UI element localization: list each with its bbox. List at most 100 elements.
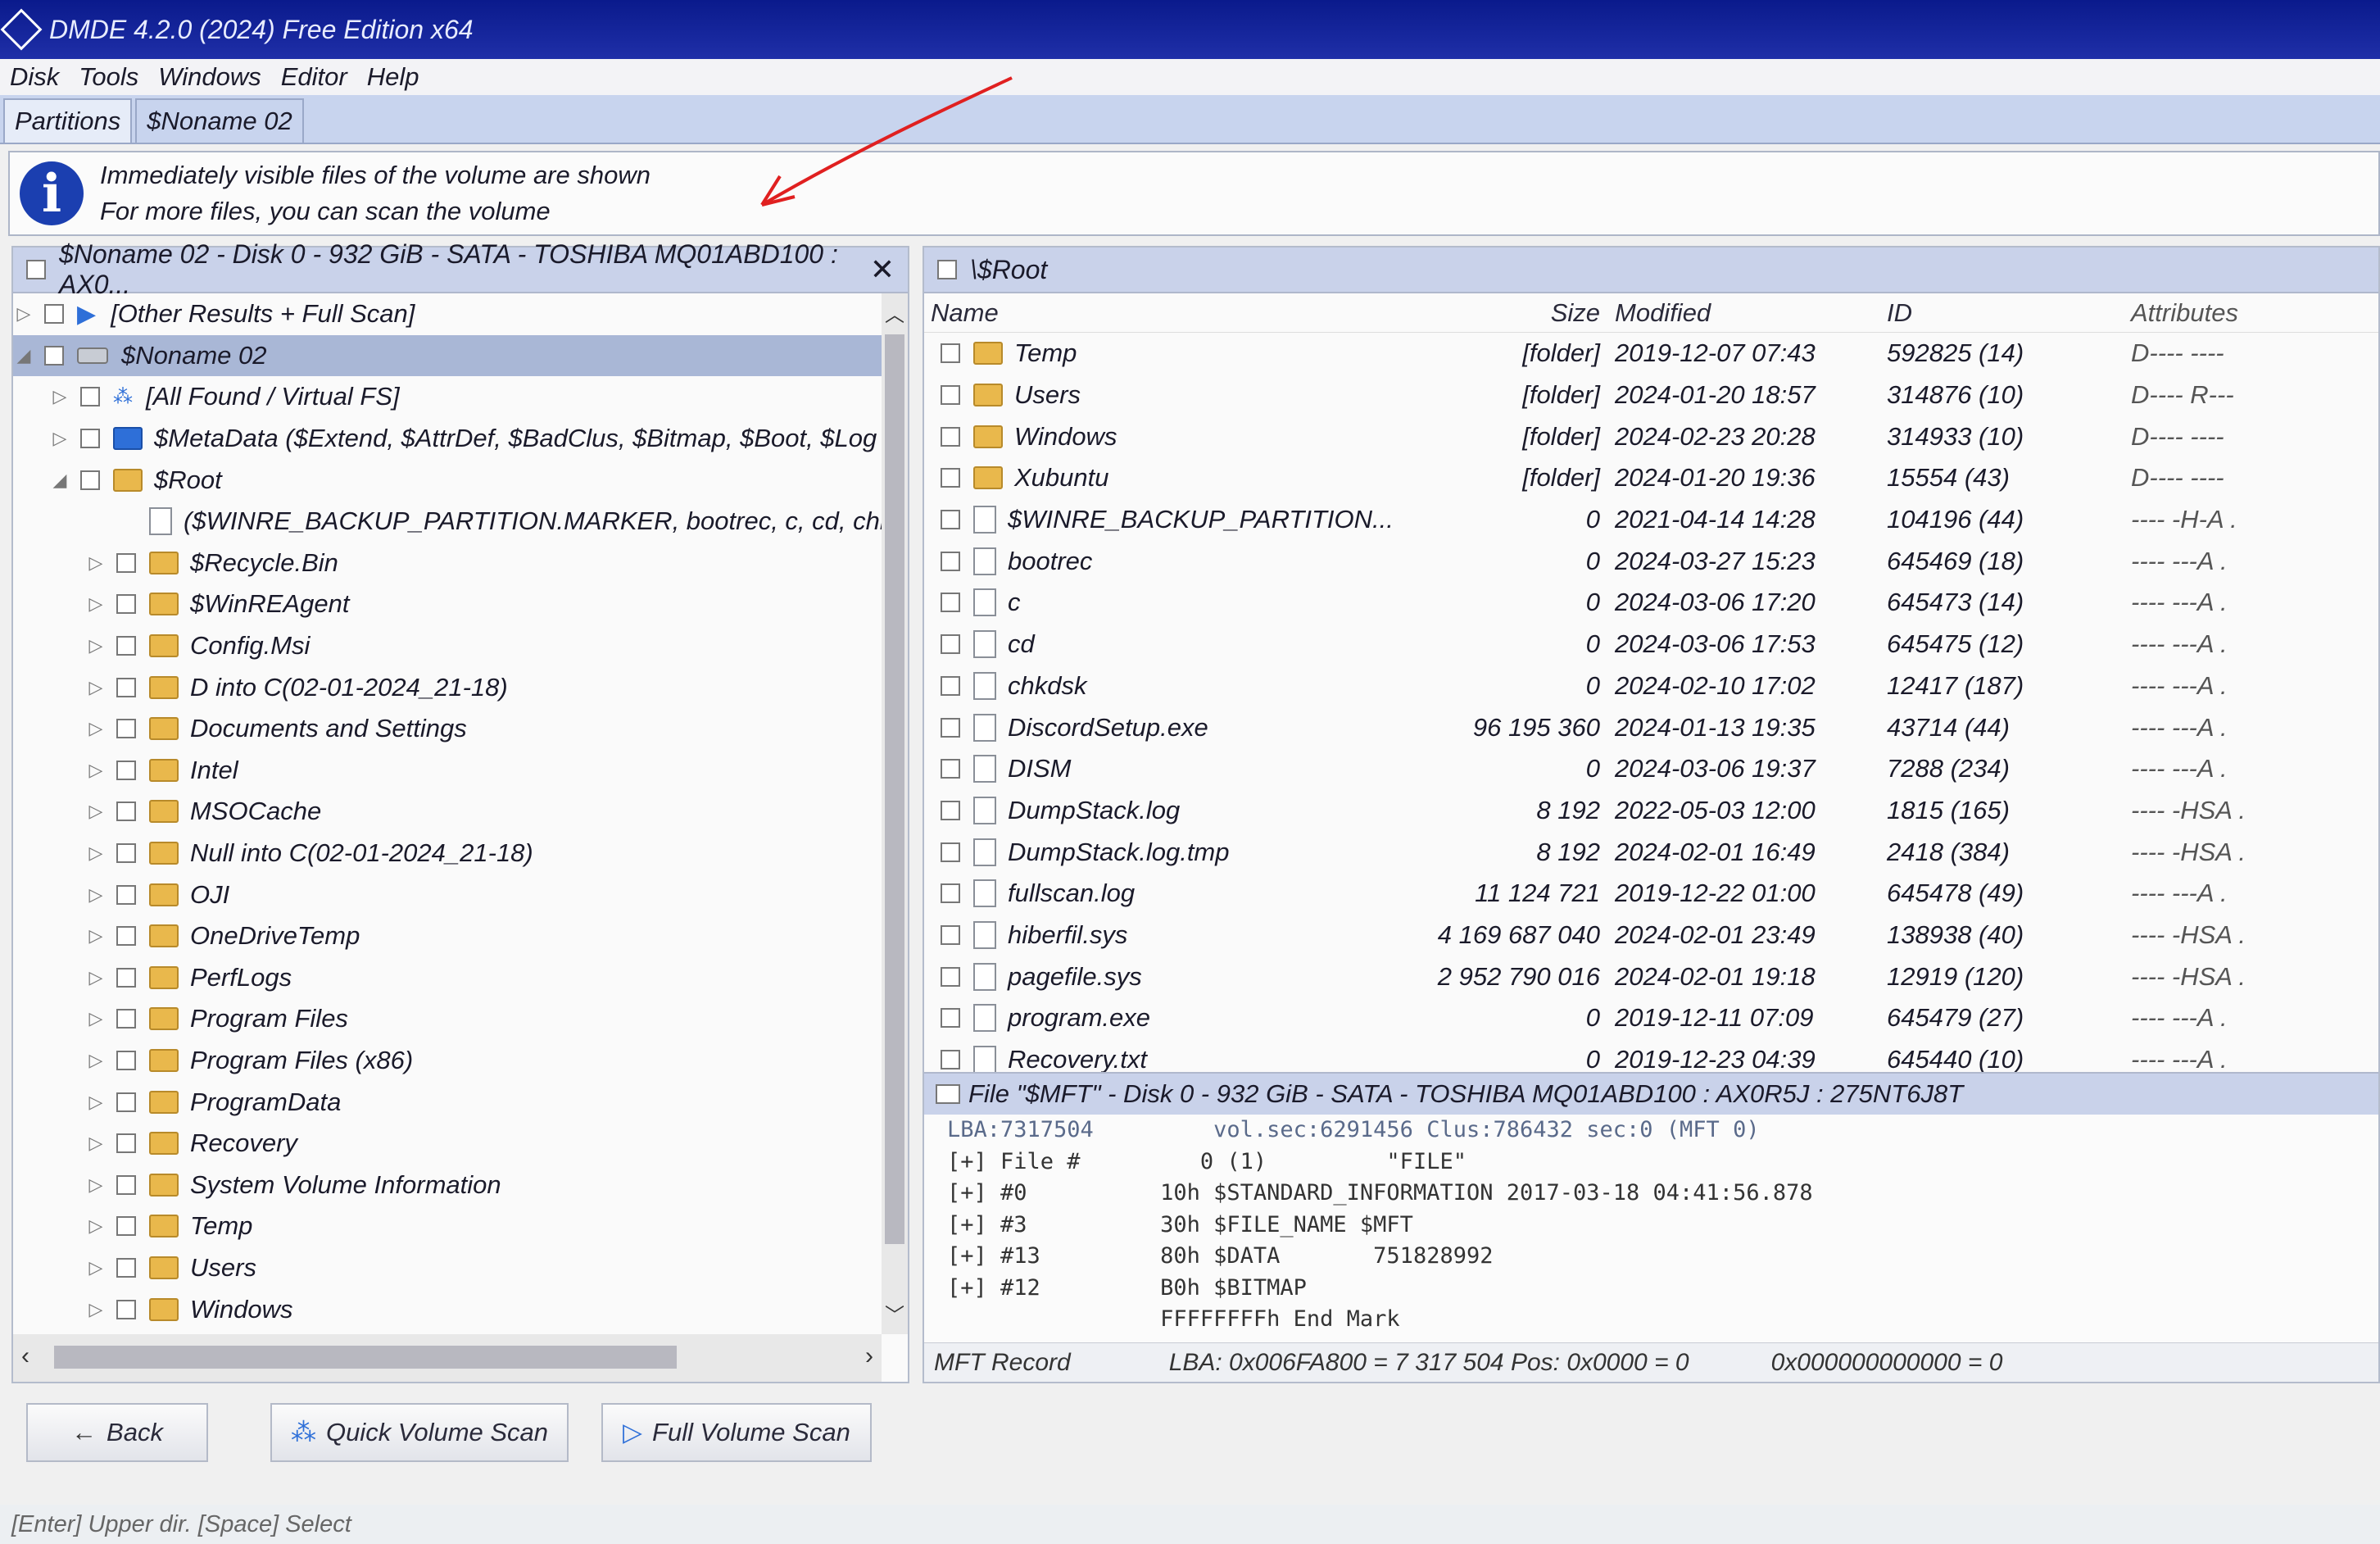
file-row[interactable]: Recovery.txt 0 2019-12-23 04:39 645440 (10)… — [924, 1039, 2378, 1072]
tree-item-checkbox[interactable] — [116, 1257, 136, 1278]
expand-icon[interactable]: ▷ — [87, 760, 105, 781]
file-row[interactable]: hiberfil.sys 4 169 687 040 2024-02-01 23:4… — [924, 915, 2378, 956]
tab-partitions[interactable]: Partitions — [3, 98, 133, 143]
tree-item-checkbox[interactable] — [116, 884, 136, 905]
file-checkbox[interactable] — [941, 593, 960, 613]
tree-item[interactable]: ▷ Recovery — [13, 1123, 882, 1165]
expand-icon[interactable]: ▷ — [87, 884, 105, 906]
file-row[interactable]: pagefile.sys 2 952 790 016 2024-02-01 19:1… — [924, 956, 2378, 997]
file-row[interactable]: DiscordSetup.exe 96 195 360 2024-01-13 19:… — [924, 706, 2378, 748]
expand-icon[interactable]: ▷ — [87, 552, 105, 574]
tree-item-checkbox[interactable] — [44, 345, 64, 366]
tree-item[interactable]: ▷ $WinREAgent — [13, 584, 882, 625]
scroll-down-icon[interactable]: ﹀ — [882, 1299, 908, 1328]
file-checkbox[interactable] — [941, 468, 960, 488]
tree-item[interactable]: ▷ Temp — [13, 1206, 882, 1247]
expand-icon[interactable]: ▷ — [15, 303, 33, 325]
file-checkbox[interactable] — [941, 717, 960, 738]
mft-line[interactable]: [+] #12 B0h $BITMAP — [947, 1273, 2378, 1305]
file-row[interactable]: c 0 2024-03-06 17:20 645473 (14) ---- ---A . — [924, 582, 2378, 624]
tree-item[interactable]: ▷ MSOCache — [13, 791, 882, 833]
full-volume-scan-button[interactable]: ▷ Full Volume Scan — [601, 1403, 872, 1462]
expand-icon[interactable]: ▷ — [87, 593, 105, 615]
back-button[interactable]: ← Back — [26, 1403, 208, 1462]
expand-icon[interactable]: ▷ — [87, 1215, 105, 1237]
expand-icon[interactable]: ▷ — [51, 428, 69, 449]
file-row[interactable]: chkdsk 0 2024-02-10 17:02 12417 (187) ---- -… — [924, 665, 2378, 707]
tree-item[interactable]: ▷ $MetaData ($Extend, $AttrDef, $BadClus,… — [13, 418, 882, 460]
tree-item[interactable]: ▷ Users — [13, 1247, 882, 1289]
tree-item-checkbox[interactable] — [116, 760, 136, 780]
tree-item[interactable]: ▷ Windows — [13, 1288, 882, 1330]
tree-item[interactable]: ▷ Config.Msi — [13, 625, 882, 667]
tree-item[interactable]: ◢ $Root — [13, 459, 882, 501]
expand-icon[interactable]: ▷ — [87, 1008, 105, 1029]
scroll-thumb[interactable] — [885, 334, 904, 1244]
expand-icon[interactable]: ▷ — [87, 1174, 105, 1196]
menu-windows[interactable]: Windows — [158, 62, 261, 92]
tree-item-checkbox[interactable] — [116, 1299, 136, 1319]
menu-disk[interactable]: Disk — [10, 62, 59, 92]
file-checkbox[interactable] — [941, 343, 960, 364]
column-size[interactable]: Size — [1371, 298, 1608, 328]
file-checkbox[interactable] — [941, 634, 960, 655]
tree-item[interactable]: ▷ ⁂ [All Found / Virtual FS] — [13, 376, 882, 418]
expand-icon[interactable]: ▷ — [87, 718, 105, 739]
file-row[interactable]: bootrec 0 2024-03-27 15:23 645469 (18) ---- … — [924, 540, 2378, 582]
file-row[interactable]: cd 0 2024-03-06 17:53 645475 (12) ---- ---A … — [924, 624, 2378, 665]
column-name[interactable]: Name — [924, 298, 1371, 328]
tree-item-checkbox[interactable] — [116, 552, 136, 573]
tree-item[interactable]: ▷ ProgramData — [13, 1081, 882, 1123]
tree-item-checkbox[interactable] — [116, 926, 136, 947]
expand-icon[interactable]: ▷ — [87, 1133, 105, 1154]
expand-icon[interactable]: ▷ — [87, 677, 105, 698]
header-checkbox[interactable] — [26, 260, 46, 279]
collapse-icon[interactable]: ◢ — [51, 470, 69, 491]
expand-icon[interactable]: ▷ — [87, 967, 105, 988]
menu-help[interactable]: Help — [367, 62, 419, 92]
tree-item-checkbox[interactable] — [80, 470, 100, 490]
mft-line[interactable]: [+] #13 80h $DATA 751828992 — [947, 1241, 2378, 1273]
tree-item-checkbox[interactable] — [116, 967, 136, 988]
file-checkbox[interactable] — [941, 510, 960, 530]
file-row[interactable]: DISM 0 2024-03-06 19:37 7288 (234) ---- ---A… — [924, 748, 2378, 790]
expand-icon[interactable]: ▷ — [87, 1050, 105, 1071]
expand-icon[interactable]: ▷ — [87, 1092, 105, 1113]
quick-volume-scan-button[interactable]: ⁂ Quick Volume Scan — [270, 1403, 569, 1462]
mft-line[interactable]: [+] File # 0 (1) "FILE" — [947, 1147, 2378, 1178]
tree-horizontal-scrollbar[interactable]: ‹ › — [13, 1334, 882, 1382]
file-row[interactable]: Users [folder] 2024-01-20 18:57 314876 (10)… — [924, 375, 2378, 416]
tree-item-checkbox[interactable] — [116, 1009, 136, 1029]
tree-item-checkbox[interactable] — [80, 387, 100, 407]
tree-item[interactable]: ▷ Intel — [13, 750, 882, 792]
file-row[interactable]: fullscan.log 11 124 721 2019-12-22 01:00 64… — [924, 873, 2378, 915]
tree-item[interactable]: ▷ OneDriveTemp — [13, 915, 882, 957]
tree-item[interactable]: ▷ OJI — [13, 874, 882, 915]
tree-item-checkbox[interactable] — [116, 802, 136, 822]
tree-item[interactable]: ◢ $Noname 02 — [13, 334, 882, 377]
file-row[interactable]: Temp [folder] 2019-12-07 07:43 592825 (14) D… — [924, 333, 2378, 375]
file-checkbox[interactable] — [941, 385, 960, 406]
mft-line[interactable]: [+] #0 10h $STANDARD_INFORMATION 2017-03… — [947, 1178, 2378, 1210]
tree-item[interactable]: ▷ Program Files (x86) — [13, 1040, 882, 1082]
file-row[interactable]: program.exe 0 2019-12-11 07:09 645479 (27) -… — [924, 997, 2378, 1039]
tree-vertical-scrollbar[interactable]: ︿ ﹀ — [882, 293, 908, 1334]
tree-item[interactable]: ▷ Null into C(02-01-2024_21-18) — [13, 833, 882, 874]
tree-item-checkbox[interactable] — [116, 719, 136, 739]
tree-item-checkbox[interactable] — [116, 594, 136, 615]
tree-item-checkbox[interactable] — [116, 843, 136, 864]
tree-item[interactable]: ▷ System Volume Information — [13, 1164, 882, 1206]
file-checkbox[interactable] — [941, 966, 960, 987]
close-icon[interactable]: ✕ — [870, 252, 895, 287]
scroll-up-icon[interactable]: ︿ — [882, 298, 908, 327]
expand-icon[interactable]: ▷ — [87, 635, 105, 656]
tree-item[interactable]: ($WINRE_BACKUP_PARTITION.MARKER, bootrec… — [13, 501, 882, 543]
file-checkbox[interactable] — [941, 759, 960, 779]
column-id[interactable]: ID — [1880, 298, 2124, 328]
file-checkbox[interactable] — [941, 1050, 960, 1070]
tree-item-checkbox[interactable] — [116, 1174, 136, 1195]
tree-item-checkbox[interactable] — [116, 1216, 136, 1237]
file-row[interactable]: $WINRE_BACKUP_PARTITION... 0 2021-04-14 14… — [924, 499, 2378, 541]
tree-item[interactable]: ▷ D into C(02-01-2024_21-18) — [13, 666, 882, 708]
tree-item-checkbox[interactable] — [116, 1050, 136, 1070]
